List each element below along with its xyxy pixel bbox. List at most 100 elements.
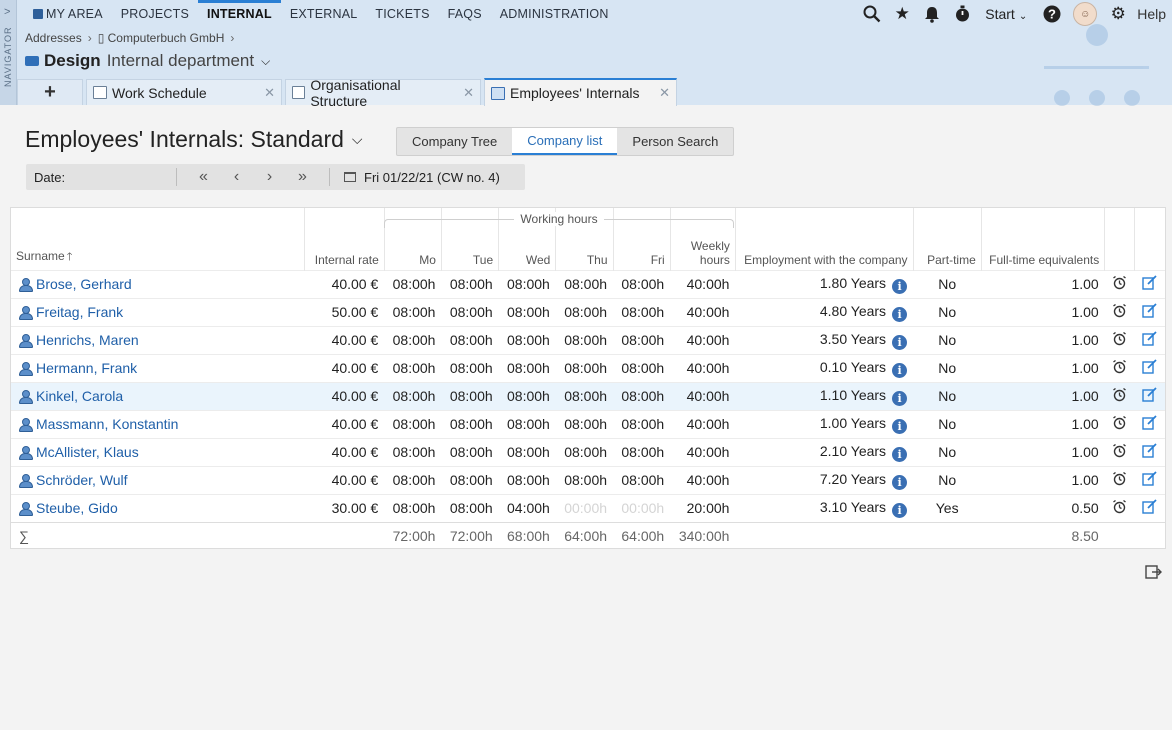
info-icon[interactable]: i bbox=[892, 362, 908, 378]
start-menu[interactable]: Start ⌄ bbox=[977, 6, 1037, 22]
tab-organisational-structure[interactable]: Organisational Structure ✕ bbox=[285, 77, 481, 109]
info-icon[interactable]: i bbox=[892, 334, 908, 350]
info-icon[interactable]: i bbox=[892, 390, 908, 406]
chevron-down-icon[interactable]: ⌵ bbox=[261, 54, 270, 69]
cell-wed: 08:00h bbox=[498, 297, 556, 326]
breadcrumb-item-company[interactable]: Computerbuch GmbH bbox=[108, 31, 225, 45]
edit-icon[interactable] bbox=[1134, 325, 1165, 354]
nav-my-area[interactable]: MY AREA bbox=[24, 0, 112, 28]
table-row[interactable]: Kinkel, Carola 40.00 €08:00h 08:00h 08:00h 0… bbox=[11, 381, 1165, 410]
breadcrumb-separator: › bbox=[87, 31, 92, 45]
edit-icon[interactable] bbox=[1134, 353, 1165, 382]
employee-name-link[interactable]: McAllister, Klaus bbox=[11, 437, 305, 466]
employee-name: Brose, Gerhard bbox=[36, 276, 132, 292]
department-title[interactable]: Design Internal department ⌵ bbox=[25, 51, 270, 71]
employee-name-link[interactable]: Hermann, Frank bbox=[11, 353, 305, 382]
employee-name-link[interactable]: Freitag, Frank bbox=[11, 297, 305, 326]
date-navigation: « ‹ › » bbox=[176, 168, 330, 186]
info-icon[interactable]: i bbox=[892, 306, 908, 322]
close-icon[interactable]: ✕ bbox=[453, 85, 474, 101]
edit-icon[interactable] bbox=[1134, 297, 1165, 326]
cell-rate: 50.00 € bbox=[304, 297, 385, 326]
nav-tickets[interactable]: TICKETS bbox=[366, 0, 438, 28]
edit-icon[interactable] bbox=[1134, 269, 1165, 298]
cell-employment: 1.10 Years i bbox=[735, 381, 914, 410]
nav-label: EXTERNAL bbox=[289, 7, 358, 21]
export-icon[interactable] bbox=[1145, 564, 1163, 585]
last-page-icon[interactable]: » bbox=[286, 168, 319, 186]
info-icon[interactable]: i bbox=[892, 278, 908, 294]
page-title[interactable]: Employees' Internals: Standard ⌵ bbox=[25, 126, 363, 153]
navigator-expand-icon[interactable]: > bbox=[4, 6, 10, 18]
cell-wed: 08:00h bbox=[498, 269, 556, 298]
edit-icon[interactable] bbox=[1134, 465, 1165, 494]
table-row[interactable]: Schröder, Wulf 40.00 €08:00h 08:00h 08:00h 0… bbox=[11, 465, 1165, 494]
header-fte[interactable]: Full-time equivalents bbox=[980, 208, 1105, 270]
alarm-clock-icon[interactable] bbox=[1104, 409, 1135, 438]
info-icon[interactable]: i bbox=[892, 418, 908, 434]
info-icon[interactable]: i bbox=[892, 446, 908, 462]
header-action-2 bbox=[1134, 208, 1165, 270]
alarm-clock-icon[interactable] bbox=[1104, 269, 1135, 298]
employee-name-link[interactable]: Brose, Gerhard bbox=[11, 269, 305, 298]
edit-icon[interactable] bbox=[1134, 409, 1165, 438]
tab-label: Organisational Structure bbox=[310, 76, 401, 109]
nav-faqs[interactable]: FAQS bbox=[439, 0, 491, 28]
employee-name-link[interactable]: Kinkel, Carola bbox=[11, 381, 305, 410]
segment-company-list[interactable]: Company list bbox=[512, 128, 618, 155]
header-internal-rate[interactable]: Internal rate bbox=[303, 208, 385, 270]
alarm-clock-icon[interactable] bbox=[1104, 353, 1135, 382]
alarm-clock-icon[interactable] bbox=[1104, 381, 1135, 410]
alarm-clock-icon[interactable] bbox=[1104, 437, 1135, 466]
employee-name-link[interactable]: Schröder, Wulf bbox=[11, 465, 305, 494]
close-icon[interactable]: ✕ bbox=[649, 85, 670, 101]
nav-internal[interactable]: INTERNAL bbox=[198, 0, 281, 28]
header-surname[interactable]: Surname 🡑 bbox=[11, 208, 304, 270]
employee-name-link[interactable]: Massmann, Konstantin bbox=[11, 409, 305, 438]
nav-external[interactable]: EXTERNAL bbox=[281, 0, 367, 28]
stopwatch-icon[interactable] bbox=[947, 0, 977, 28]
edit-icon[interactable] bbox=[1134, 437, 1165, 466]
next-icon[interactable]: › bbox=[253, 168, 286, 186]
tab-work-schedule[interactable]: Work Schedule ✕ bbox=[86, 79, 282, 105]
table-row[interactable]: Freitag, Frank 50.00 €08:00h 08:00h 08:00h 0… bbox=[11, 297, 1165, 326]
edit-icon[interactable] bbox=[1134, 493, 1165, 522]
segment-person-search[interactable]: Person Search bbox=[617, 128, 733, 155]
previous-icon[interactable]: ‹ bbox=[220, 168, 253, 186]
first-page-icon[interactable]: « bbox=[187, 168, 220, 186]
table-row[interactable]: Steube, Gido 30.00 €08:00h 08:00h 04:00h 00:… bbox=[11, 493, 1165, 522]
employee-name: Henrichs, Maren bbox=[36, 332, 139, 348]
breadcrumb-item-addresses[interactable]: Addresses bbox=[25, 31, 82, 45]
date-picker[interactable]: Fri 01/22/21 (CW no. 4) bbox=[330, 170, 500, 185]
bell-icon[interactable] bbox=[917, 0, 947, 28]
chevron-down-icon[interactable]: ⌵ bbox=[352, 131, 363, 148]
close-icon[interactable]: ✕ bbox=[254, 85, 275, 101]
info-icon[interactable]: i bbox=[892, 502, 908, 518]
header-employment[interactable]: Employment with the company bbox=[734, 208, 914, 270]
navigator-strip[interactable]: > NAVIGATOR bbox=[0, 0, 17, 105]
star-icon[interactable]: ★ bbox=[887, 0, 917, 28]
nav-projects[interactable]: PROJECTS bbox=[112, 0, 198, 28]
table-row[interactable]: McAllister, Klaus 40.00 €08:00h 08:00h 08:0… bbox=[11, 437, 1165, 466]
header-part-time[interactable]: Part-time bbox=[912, 208, 982, 270]
search-icon[interactable] bbox=[857, 0, 887, 28]
table-row[interactable]: Hermann, Frank 40.00 €08:00h 08:00h 08:00h 0… bbox=[11, 353, 1165, 382]
employee-name-link[interactable]: Steube, Gido bbox=[11, 493, 305, 522]
employment-value: 3.50 Years bbox=[819, 330, 887, 347]
edit-icon[interactable] bbox=[1134, 381, 1165, 410]
alarm-clock-icon[interactable] bbox=[1104, 465, 1135, 494]
info-icon[interactable]: i bbox=[892, 474, 908, 490]
tab-employees-internals[interactable]: Employees' Internals ✕ bbox=[484, 78, 677, 106]
alarm-clock-icon[interactable] bbox=[1104, 297, 1135, 326]
alarm-clock-icon[interactable] bbox=[1104, 325, 1135, 354]
header-label: Weekly bbox=[690, 238, 730, 253]
alarm-clock-icon[interactable] bbox=[1104, 493, 1135, 522]
table-row[interactable]: Henrichs, Maren 40.00 €08:00h 08:00h 08:00h… bbox=[11, 325, 1165, 354]
segment-company-tree[interactable]: Company Tree bbox=[397, 128, 512, 155]
add-tab-button[interactable]: + bbox=[17, 79, 83, 105]
employee-name-link[interactable]: Henrichs, Maren bbox=[11, 325, 305, 354]
table-row[interactable]: Massmann, Konstantin 40.00 €08:00h 08:00h 0… bbox=[11, 409, 1165, 438]
nav-administration[interactable]: ADMINISTRATION bbox=[491, 0, 618, 28]
person-icon bbox=[19, 278, 33, 292]
table-row[interactable]: Brose, Gerhard 40.00 €08:00h 08:00h 08:00h 0… bbox=[11, 269, 1165, 298]
